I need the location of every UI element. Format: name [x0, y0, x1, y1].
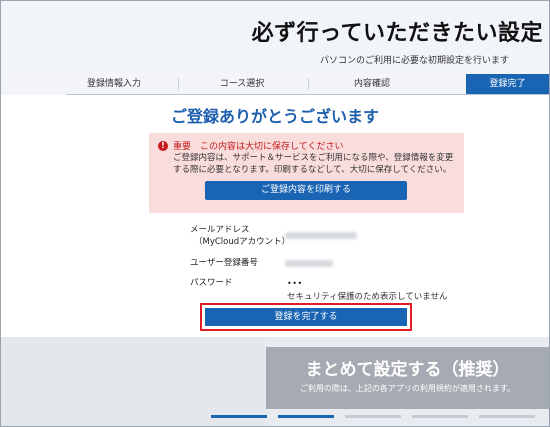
step-input: 登録情報入力: [86, 79, 141, 89]
step-divider: [308, 78, 309, 90]
password-note: セキュリティ保護のため表示していません: [287, 292, 448, 302]
recommend-setup-button[interactable]: まとめて設定する（推奨） ご利用の際は、上記の各アプリの利用規約が適用されます。: [266, 347, 549, 409]
thank-you-heading: ご登録ありがとうございます: [170, 107, 379, 126]
main-content: ご登録ありがとうございます ! 重要 この内容は大切に保存してください ご登録内…: [1, 95, 549, 337]
progress-segment: [345, 415, 401, 418]
footer-left-panel: [1, 337, 265, 426]
important-notice: ! 重要 この内容は大切に保存してください ご登録内容は、サポート＆サービスをご…: [149, 133, 464, 213]
print-registration-button[interactable]: ご登録内容を印刷する: [205, 181, 407, 200]
page-title: 必ず行っていただきたい設定: [251, 21, 543, 46]
email-value-masked: [285, 232, 357, 239]
notice-title: 重要 この内容は大切に保存してください: [173, 142, 344, 152]
step-divider: [178, 78, 179, 90]
footer-area: まとめて設定する（推奨） ご利用の際は、上記の各アプリの利用規約が適用されます。: [1, 337, 549, 426]
complete-registration-button[interactable]: 登録を完了する: [205, 308, 407, 326]
notice-body: ご登録内容は、サポート＆サービスをご利用になる際や、登録情報を変更する際に必要と…: [173, 153, 454, 175]
page-subtitle: パソコンのご利用に必要な初期設定を行います: [319, 56, 509, 66]
recommend-title: まとめて設定する（推奨）: [305, 360, 510, 380]
password-label: パスワード: [190, 278, 233, 288]
step-course: コース選択: [219, 79, 265, 89]
user-number-label: ユーザー登録番号: [190, 258, 258, 268]
step-complete: 登録完了: [466, 74, 549, 94]
password-value: •••: [287, 279, 303, 288]
user-number-masked: [285, 260, 333, 267]
complete-button-highlight: 登録を完了する: [200, 303, 412, 331]
progress-segment: [412, 415, 468, 418]
email-label: メールアドレス: [190, 225, 250, 235]
header: 必ず行っていただきたい設定 パソコンのご利用に必要な初期設定を行います: [1, 1, 549, 73]
email-sub-label: （MyCloudアカウント）: [194, 237, 291, 247]
step-indicator: 登録情報入力 コース選択 内容確認 登録完了: [66, 74, 549, 95]
progress-segment: [479, 415, 535, 418]
exclamation-icon: !: [158, 141, 168, 151]
step-confirm: 内容確認: [353, 79, 390, 89]
progress-segment: [278, 415, 334, 418]
recommend-note: ご利用の際は、上記の各アプリの利用規約が適用されます。: [299, 384, 516, 393]
window: 必ず行っていただきたい設定 パソコンのご利用に必要な初期設定を行います 登録情報…: [0, 0, 550, 427]
progress-segment: [211, 415, 267, 418]
